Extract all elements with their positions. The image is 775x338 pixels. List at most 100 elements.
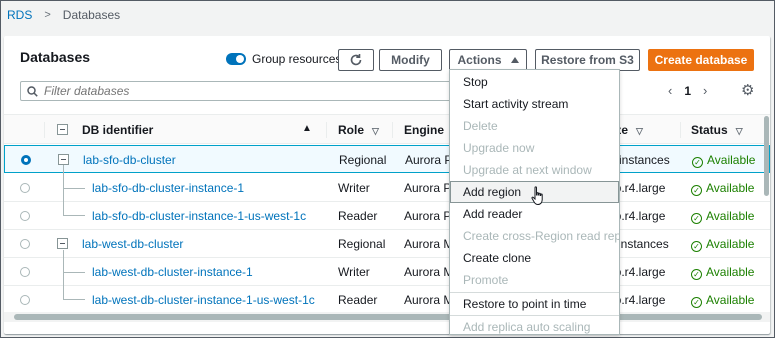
- table-row[interactable]: lab-west-db-cluster-instance-1-us-west-1…: [4, 286, 770, 314]
- menu-item-restore-to-point-in-time[interactable]: Restore to point in time: [450, 293, 619, 315]
- status-badge: ✓ Available: [692, 153, 755, 168]
- column-header-status[interactable]: Status ▽: [691, 123, 743, 137]
- tree-line: [63, 188, 85, 189]
- sort-icon: ▽: [636, 126, 643, 136]
- databases-panel: Databases Group resources Modify Actions…: [4, 36, 770, 334]
- sort-icon: ▽: [372, 126, 379, 136]
- status-text: Available: [706, 209, 755, 223]
- tree-line: [63, 272, 85, 273]
- table-row[interactable]: lab-sfo-db-cluster Regional Aurora Pos 2…: [4, 145, 770, 173]
- status-text: Available: [706, 181, 755, 195]
- row-radio[interactable]: [20, 239, 30, 249]
- table-row[interactable]: lab-west-db-cluster Regional Aurora My 2…: [4, 230, 770, 258]
- vertical-scrollbar[interactable]: [763, 116, 770, 312]
- next-page-icon[interactable]: ›: [703, 83, 707, 98]
- column-divider: [326, 122, 327, 138]
- menu-item-create-cross-region-read-replica: Create cross-Region read replica: [463, 229, 620, 243]
- table-row[interactable]: lab-sfo-db-cluster-instance-1 Writer Aur…: [4, 174, 770, 202]
- menu-item-add-replica-auto-scaling: Add replica auto scaling: [463, 320, 591, 334]
- db-identifier-link[interactable]: lab-west-db-cluster-instance-1: [92, 265, 253, 279]
- menu-item-delete: Delete: [463, 119, 498, 133]
- collapse-icon[interactable]: [57, 238, 68, 249]
- breadcrumb: RDS > Databases: [7, 8, 120, 22]
- chevron-right-icon: >: [44, 9, 51, 21]
- toggle-switch[interactable]: [226, 53, 246, 65]
- page-title: Databases: [20, 49, 91, 65]
- status-text: Available: [706, 293, 755, 307]
- role-cell: Reader: [338, 293, 378, 307]
- menu-item-start-activity-stream[interactable]: Start activity stream: [450, 93, 619, 115]
- row-radio[interactable]: [21, 155, 31, 165]
- filter-search-box[interactable]: [20, 81, 456, 101]
- db-identifier-link[interactable]: lab-sfo-db-cluster: [83, 153, 176, 167]
- role-cell: Writer: [338, 181, 370, 195]
- gear-icon[interactable]: ⚙: [741, 81, 754, 99]
- db-identifier-link[interactable]: lab-sfo-db-cluster-instance-1-us-west-1c: [92, 209, 306, 223]
- caret-up-icon: [510, 57, 519, 63]
- table-header: DB identifier ▲ Role▽ Engine Size▽ Statu…: [4, 114, 770, 144]
- role-cell: Writer: [338, 265, 370, 279]
- restore-from-s3-button[interactable]: Restore from S3: [535, 49, 640, 71]
- scrollbar-thumb[interactable]: [764, 116, 769, 196]
- check-circle-icon: ✓: [691, 213, 702, 224]
- status-text: Available: [706, 237, 755, 251]
- column-divider: [44, 122, 45, 138]
- row-radio[interactable]: [20, 295, 30, 305]
- actions-label: Actions: [457, 53, 502, 67]
- row-radio[interactable]: [20, 183, 30, 193]
- hand-pointer-icon: [531, 186, 543, 206]
- menu-item-create-clone[interactable]: Create clone: [450, 247, 619, 269]
- column-label: DB identifier: [82, 123, 154, 137]
- group-resources-label: Group resources: [252, 52, 342, 66]
- row-radio[interactable]: [20, 211, 30, 221]
- collapse-all-icon[interactable]: [57, 124, 68, 135]
- page-number[interactable]: 1: [684, 84, 691, 98]
- db-identifier-link[interactable]: lab-west-db-cluster: [82, 237, 183, 251]
- sort-ascending-icon[interactable]: ▲: [302, 123, 312, 134]
- column-header-engine[interactable]: Engine: [404, 123, 444, 137]
- role-cell: Regional: [339, 153, 387, 167]
- db-identifier-link[interactable]: lab-sfo-db-cluster-instance-1: [92, 181, 244, 195]
- breadcrumb-rds-link[interactable]: RDS: [7, 8, 32, 22]
- horizontal-scrollbar[interactable]: [4, 312, 770, 322]
- refresh-button[interactable]: [338, 49, 374, 71]
- menu-item-add-reader[interactable]: Add reader: [450, 203, 619, 225]
- search-icon: [27, 85, 38, 97]
- table-row[interactable]: lab-sfo-db-cluster-instance-1-us-west-1c…: [4, 202, 770, 230]
- column-label: Engine: [404, 123, 445, 137]
- db-identifier-link[interactable]: lab-west-db-cluster-instance-1-us-west-1…: [92, 293, 315, 307]
- check-circle-icon: ✓: [691, 185, 702, 196]
- search-input[interactable]: [44, 84, 344, 98]
- menu-item-stop[interactable]: Stop: [450, 71, 619, 93]
- table-row[interactable]: lab-west-db-cluster-instance-1 Writer Au…: [4, 258, 770, 286]
- scrollbar-thumb[interactable]: [14, 314, 762, 320]
- tree-line: [63, 299, 85, 300]
- collapse-icon[interactable]: [58, 154, 69, 165]
- previous-page-icon[interactable]: ‹: [668, 83, 672, 98]
- check-circle-icon: ✓: [692, 157, 703, 168]
- check-circle-icon: ✓: [691, 269, 702, 280]
- column-label: Status: [691, 123, 728, 137]
- column-label: Role: [338, 123, 365, 137]
- column-divider: [392, 122, 393, 138]
- role-cell: Regional: [338, 237, 386, 251]
- sort-icon: ▽: [735, 126, 743, 136]
- group-resources-toggle[interactable]: Group resources: [226, 52, 341, 66]
- column-header-identifier[interactable]: DB identifier: [82, 123, 153, 137]
- check-circle-icon: ✓: [691, 297, 702, 308]
- status-text: Available: [706, 265, 755, 279]
- status-badge: ✓ Available: [691, 237, 754, 252]
- create-database-button[interactable]: Create database: [648, 49, 754, 71]
- menu-item-upgrade-at-next-window: Upgrade at next window: [463, 163, 592, 177]
- breadcrumb-current: Databases: [62, 8, 121, 22]
- role-cell: Reader: [338, 209, 378, 223]
- tree-line: [63, 215, 85, 216]
- row-radio[interactable]: [20, 267, 30, 277]
- status-badge: ✓ Available: [691, 209, 754, 224]
- menu-item-promote: Promote: [463, 273, 509, 287]
- tree-line: [63, 165, 64, 215]
- column-header-role[interactable]: Role ▽: [338, 123, 379, 137]
- modify-button[interactable]: Modify: [379, 49, 442, 71]
- actions-button[interactable]: Actions: [449, 49, 527, 71]
- menu-item-upgrade-now: Upgrade now: [463, 141, 535, 155]
